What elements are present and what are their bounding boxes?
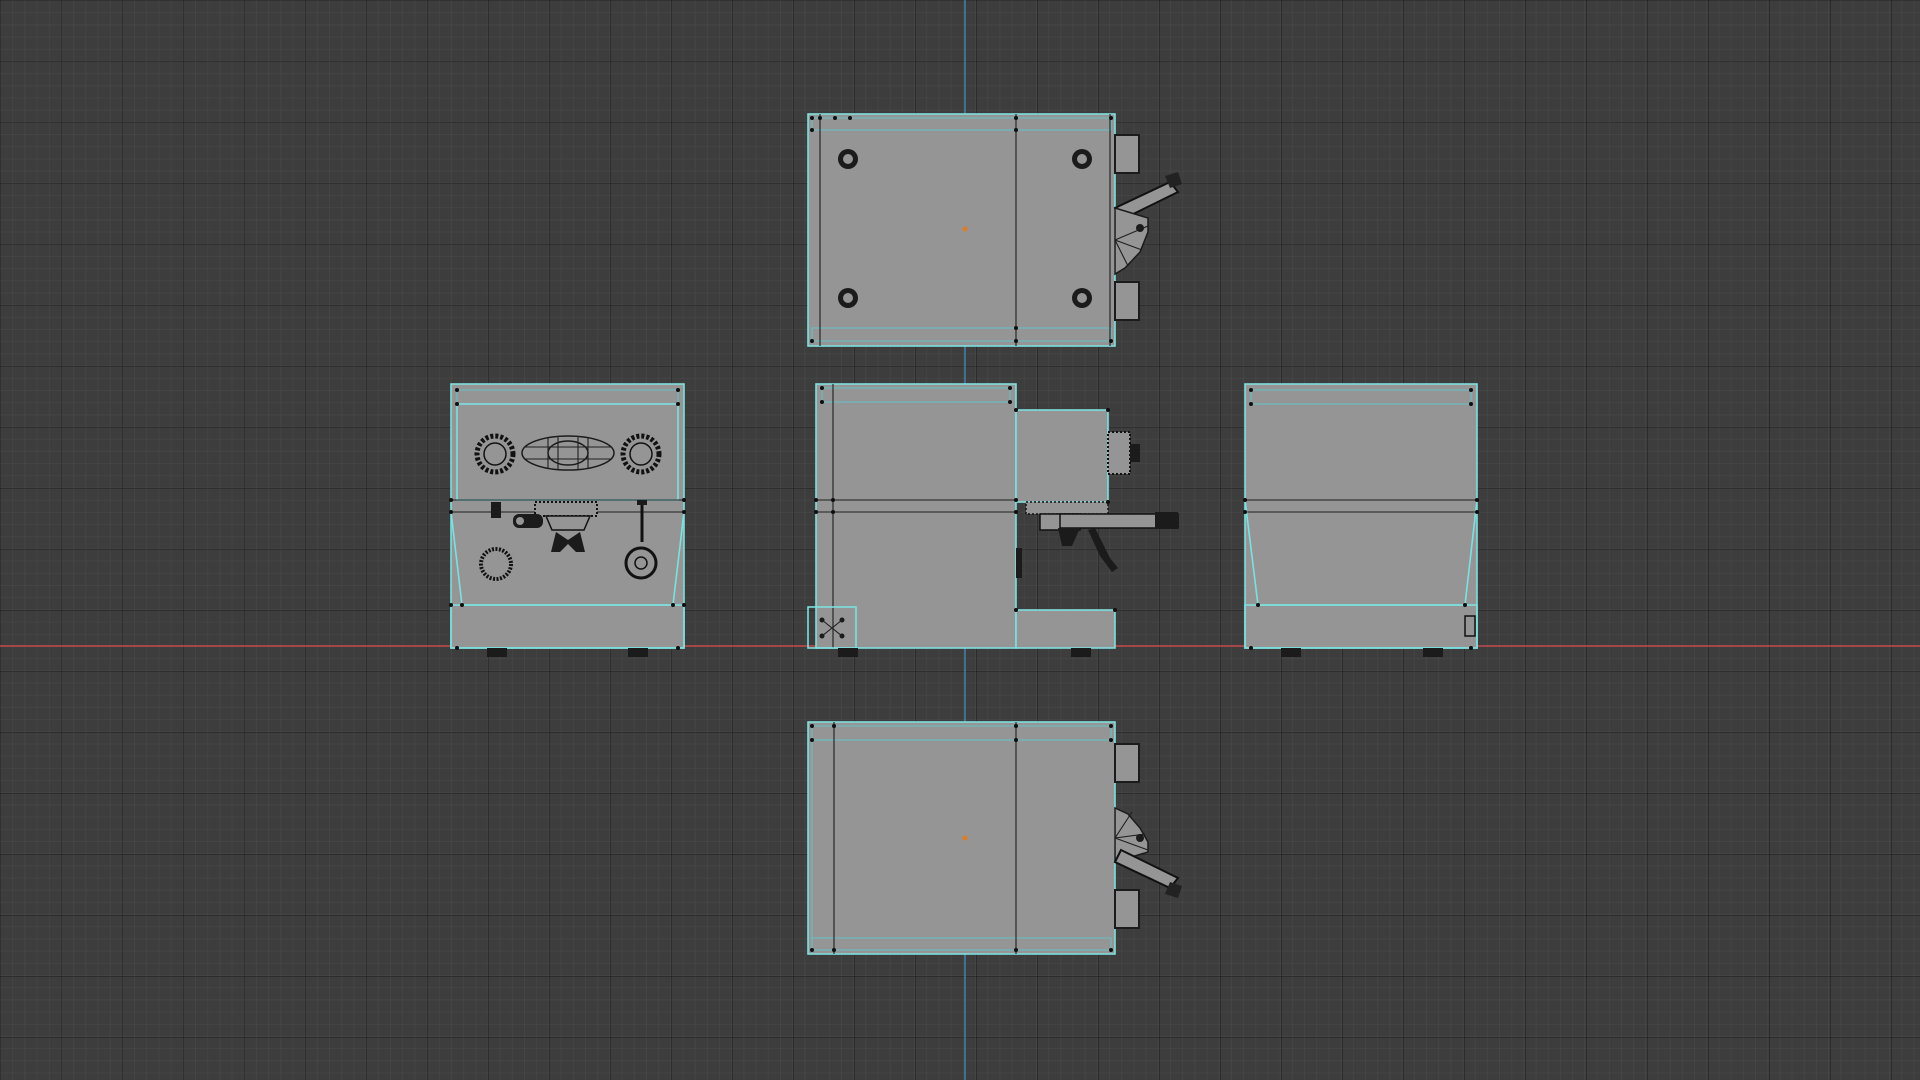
view-back[interactable] [1243, 383, 1479, 657]
3d-viewport[interactable] [0, 0, 1920, 1080]
view-front[interactable] [449, 383, 686, 657]
switch-icon [491, 502, 501, 518]
view-top[interactable] [807, 113, 1182, 347]
view-side-left[interactable] [807, 383, 1179, 657]
group-head-icon [1114, 206, 1149, 276]
portafilter-icon [1058, 512, 1179, 572]
view-bottom[interactable] [807, 721, 1182, 955]
origin-marker [962, 835, 968, 841]
origin-marker [962, 226, 968, 232]
knob-icon [1107, 431, 1140, 475]
scene-canvas[interactable] [0, 0, 1920, 1080]
